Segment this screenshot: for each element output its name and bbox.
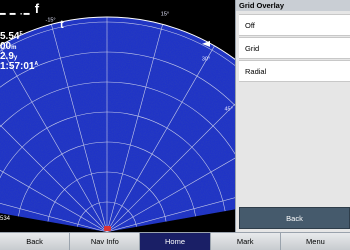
panel-back-button[interactable]: Back [239, 207, 350, 229]
softkey-menu[interactable]: Menu [279, 233, 350, 250]
speed-unit: F [19, 31, 23, 37]
sonar-fan: -15°15°30°45°60°75° [0, 12, 235, 232]
softkey-bar: Back Nav Info Home Mark Menu [0, 232, 350, 250]
bearing-label: -15° [45, 17, 55, 23]
bottom-depth-value: 534 [0, 216, 11, 222]
bearing-label: 45° [224, 106, 232, 112]
softkey-nav-info[interactable]: Nav Info [69, 233, 140, 250]
bearing-label: 15° [161, 12, 169, 18]
time-readout: 1:57:01A [0, 62, 38, 72]
option-off[interactable]: Off [239, 14, 350, 36]
track-indicator: ━ ━ ·━ f [0, 1, 40, 19]
grid-overlay-panel: Grid Overlay Off Grid Radial Back [235, 0, 350, 232]
track-sub-label: t [60, 19, 64, 31]
option-radial[interactable]: Radial [239, 60, 350, 82]
panel-title: Grid Overlay [236, 0, 350, 11]
track-label: f [34, 1, 40, 16]
sonar-view[interactable]: -15°15°30°45°60°75° ━ ━ ·━ f t 5.54F 00m… [0, 0, 235, 232]
time-value: 1:57:01 [0, 61, 35, 72]
softkey-home[interactable]: Home [139, 233, 210, 250]
bearing-label: 30° [202, 57, 210, 63]
softkey-mark[interactable]: Mark [209, 233, 280, 250]
time-unit: A [34, 61, 39, 67]
option-grid[interactable]: Grid [239, 37, 350, 59]
softkey-back[interactable]: Back [0, 233, 70, 250]
vessel-icon [104, 226, 111, 231]
